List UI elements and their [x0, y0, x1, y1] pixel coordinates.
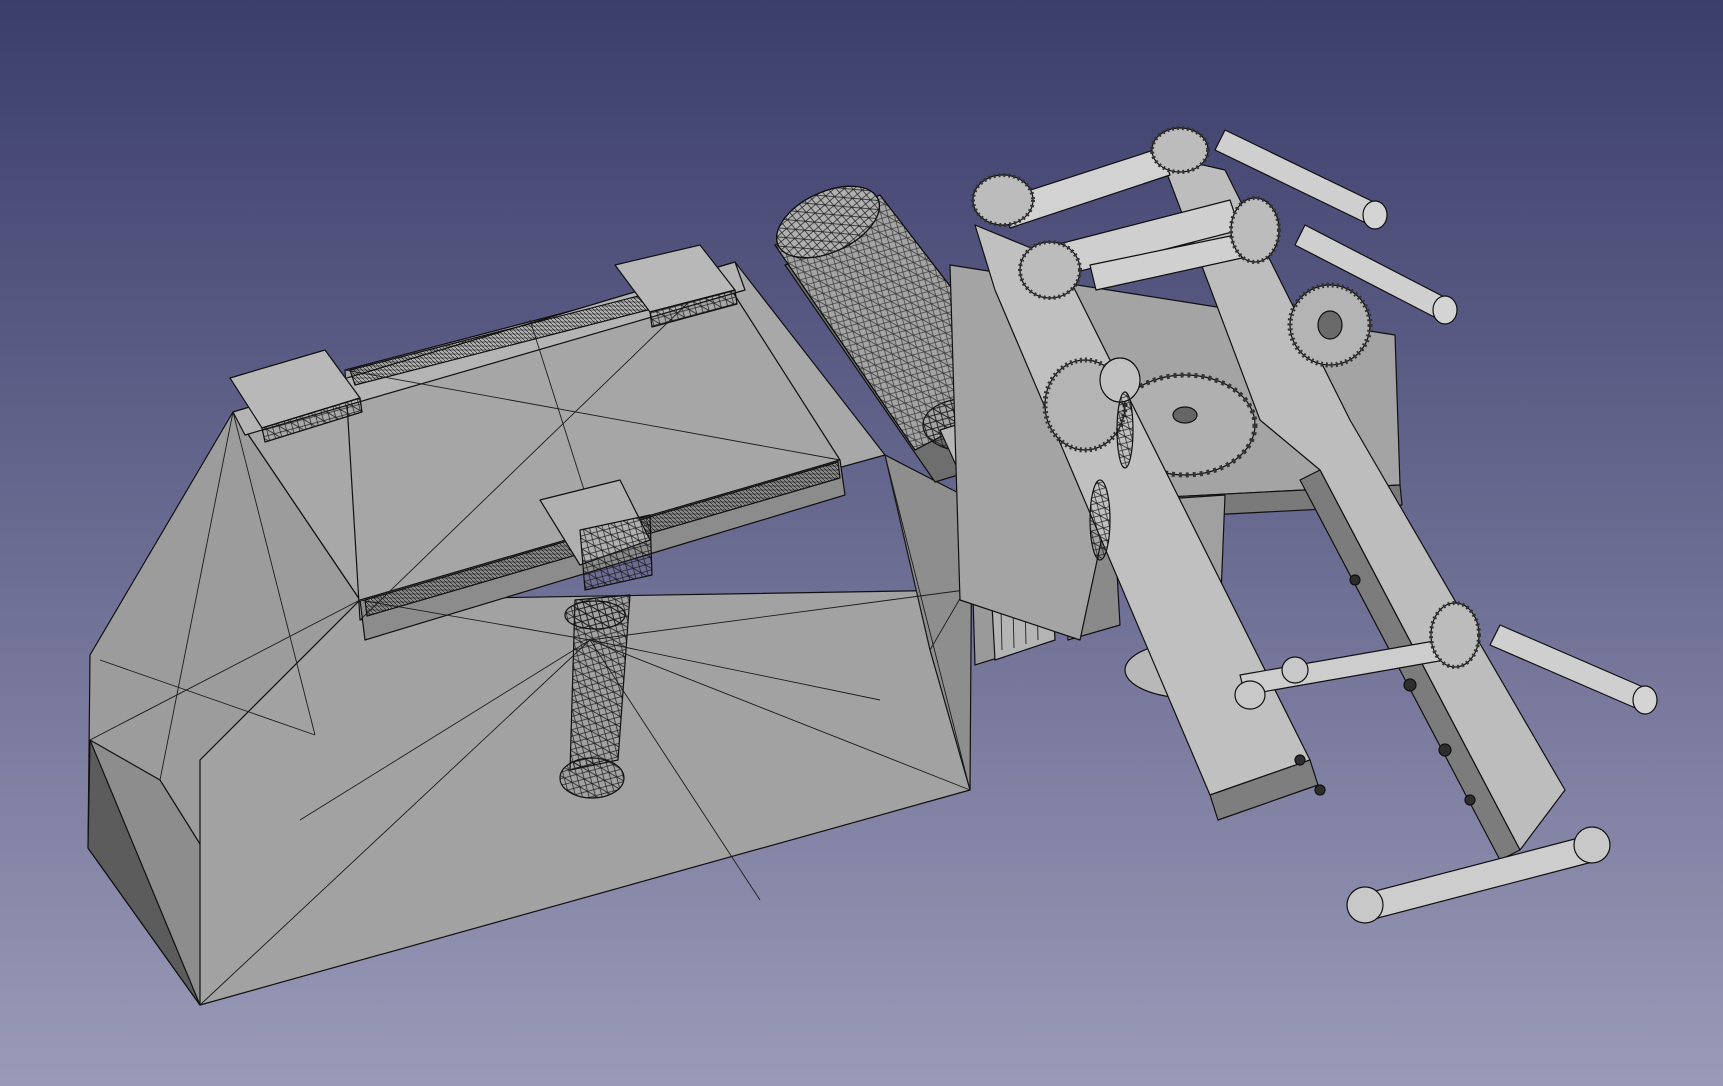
3d-viewport[interactable]: [0, 0, 1723, 1086]
model-scene[interactable]: [0, 0, 1723, 1086]
gear-hub: [1172, 406, 1198, 424]
